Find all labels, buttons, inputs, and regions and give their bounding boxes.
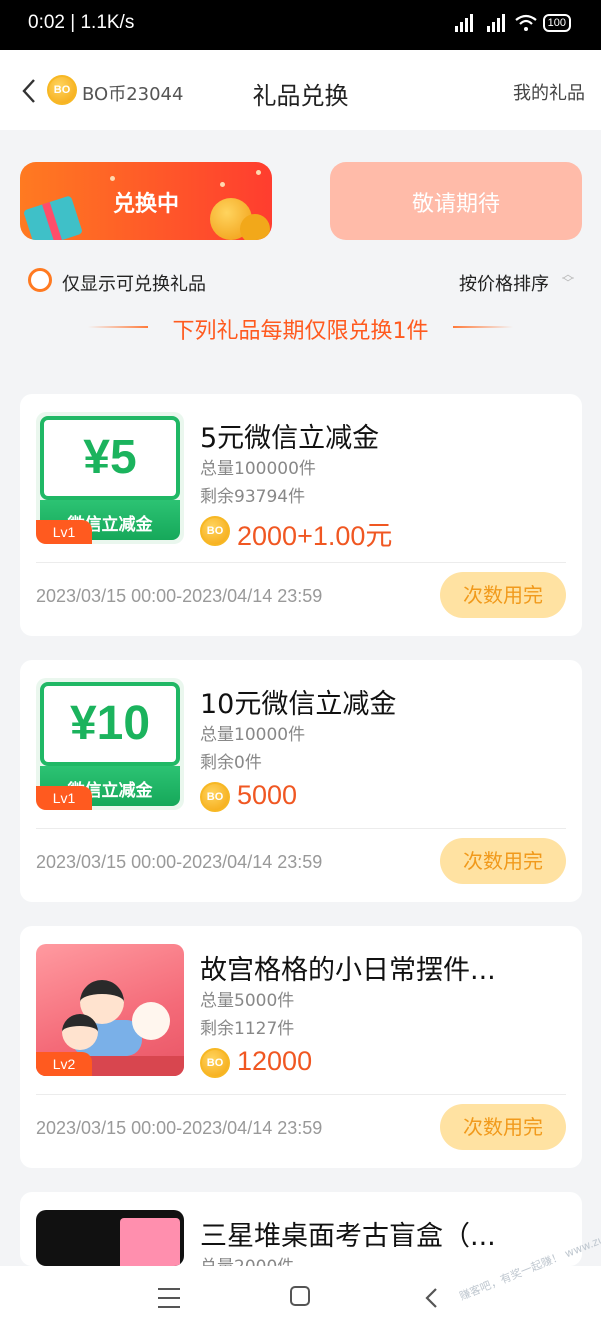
divider (36, 1094, 566, 1095)
level-badge: Lv2 (36, 1052, 92, 1076)
wifi-icon (514, 14, 537, 31)
exchange-button[interactable]: 次数用完 (440, 572, 566, 618)
filter-radio[interactable] (28, 268, 52, 292)
nav-bar: BO BO币23044 礼品兑换 我的礼品 (0, 50, 601, 130)
notice-divider (453, 326, 513, 328)
exchange-button[interactable]: 次数用完 (440, 838, 566, 884)
voucher-top: ¥5 (40, 416, 180, 500)
gift-total: 总量100000件 (200, 459, 316, 479)
back-icon[interactable] (422, 1286, 442, 1310)
gift-remaining: 剩余0件 (200, 753, 262, 773)
gift-name: 故宫格格的小日常摆件... (200, 955, 496, 986)
sort-arrows-icon[interactable]: ︿ ﹀ (561, 268, 575, 292)
gift-price: 5000 (237, 780, 298, 810)
gift-name: 5元微信立减金 (200, 423, 380, 454)
my-gifts-link[interactable]: 我的礼品 (513, 79, 585, 105)
status-time: 0:02 | 1.1K/s (28, 12, 135, 33)
tab-label: 兑换中 (112, 192, 179, 217)
home-icon[interactable] (290, 1286, 310, 1306)
gift-remaining: 剩余1127件 (200, 1019, 295, 1039)
gift-name: 10元微信立减金 (200, 689, 397, 720)
tab-label: 敬请期待 (411, 192, 500, 217)
gift-card[interactable]: ¥5 微信立减金 Lv1 5元微信立减金 总量100000件 剩余93794件 … (20, 394, 582, 636)
menu-icon[interactable] (158, 1288, 180, 1308)
gift-remaining: 剩余93794件 (200, 487, 306, 507)
battery-icon: 100 (542, 14, 571, 32)
gift-card[interactable]: 三星堆桌面考古盲盒（... 总量2000件 (20, 1192, 582, 1266)
exchange-period: 2023/03/15 00:00-2023/04/14 23:59 (36, 1118, 323, 1138)
level-badge: Lv1 (36, 786, 92, 810)
divider (36, 828, 566, 829)
gift-total: 总量10000件 (200, 725, 306, 745)
gift-thumbnail: ¥10 微信立减金 Lv1 (36, 678, 184, 810)
gift-price: 2000+1.00元 (237, 521, 393, 551)
bo-coin-icon: BO (200, 782, 230, 812)
level-badge: Lv1 (36, 520, 92, 544)
divider (36, 562, 566, 563)
exchange-period: 2023/03/15 00:00-2023/04/14 23:59 (36, 586, 323, 606)
gift-thumbnail: Lv2 (36, 944, 184, 1076)
bo-coin-icon: BO (200, 516, 230, 546)
voucher-amount: ¥5 (83, 431, 137, 484)
gift-name: 三星堆桌面考古盲盒（... (200, 1221, 496, 1252)
signal-icon (483, 14, 509, 32)
signal-icon (451, 14, 477, 32)
status-bar: 0:02 | 1.1K/s 100 (0, 0, 601, 50)
figurine-head (132, 1002, 170, 1040)
bo-coin-icon: BO (200, 1048, 230, 1078)
filter-label[interactable]: 仅显示可兑换礼品 (62, 270, 206, 296)
page-title: 礼品兑换 (252, 82, 349, 110)
voucher-top: ¥10 (40, 682, 180, 766)
gift-total: 总量2000件 (200, 1252, 294, 1266)
exchange-button[interactable]: 次数用完 (440, 1104, 566, 1150)
exchange-notice: 下列礼品每期仅限兑换1件 (172, 319, 429, 344)
gift-price: 12000 (237, 1046, 313, 1076)
gift-card[interactable]: Lv2 故宫格格的小日常摆件... 总量5000件 剩余1127件 BO 120… (20, 926, 582, 1168)
status-icons: 100 (451, 14, 571, 32)
exchange-period: 2023/03/15 00:00-2023/04/14 23:59 (36, 852, 323, 872)
tab-coming-soon[interactable]: 敬请期待 (330, 162, 582, 240)
sort-button[interactable]: 按价格排序 (459, 270, 549, 296)
gift-card[interactable]: ¥10 微信立减金 Lv1 10元微信立减金 总量10000件 剩余0件 BO … (20, 660, 582, 902)
voucher-amount: ¥10 (69, 697, 151, 750)
gift-total: 总量5000件 (200, 991, 295, 1011)
blind-box-image (120, 1218, 180, 1266)
gift-thumbnail: ¥5 微信立减金 Lv1 (36, 412, 184, 544)
figurine-head (62, 1014, 98, 1050)
gift-thumbnail (36, 1210, 184, 1266)
tab-exchanging[interactable]: 兑换中 (20, 162, 272, 240)
